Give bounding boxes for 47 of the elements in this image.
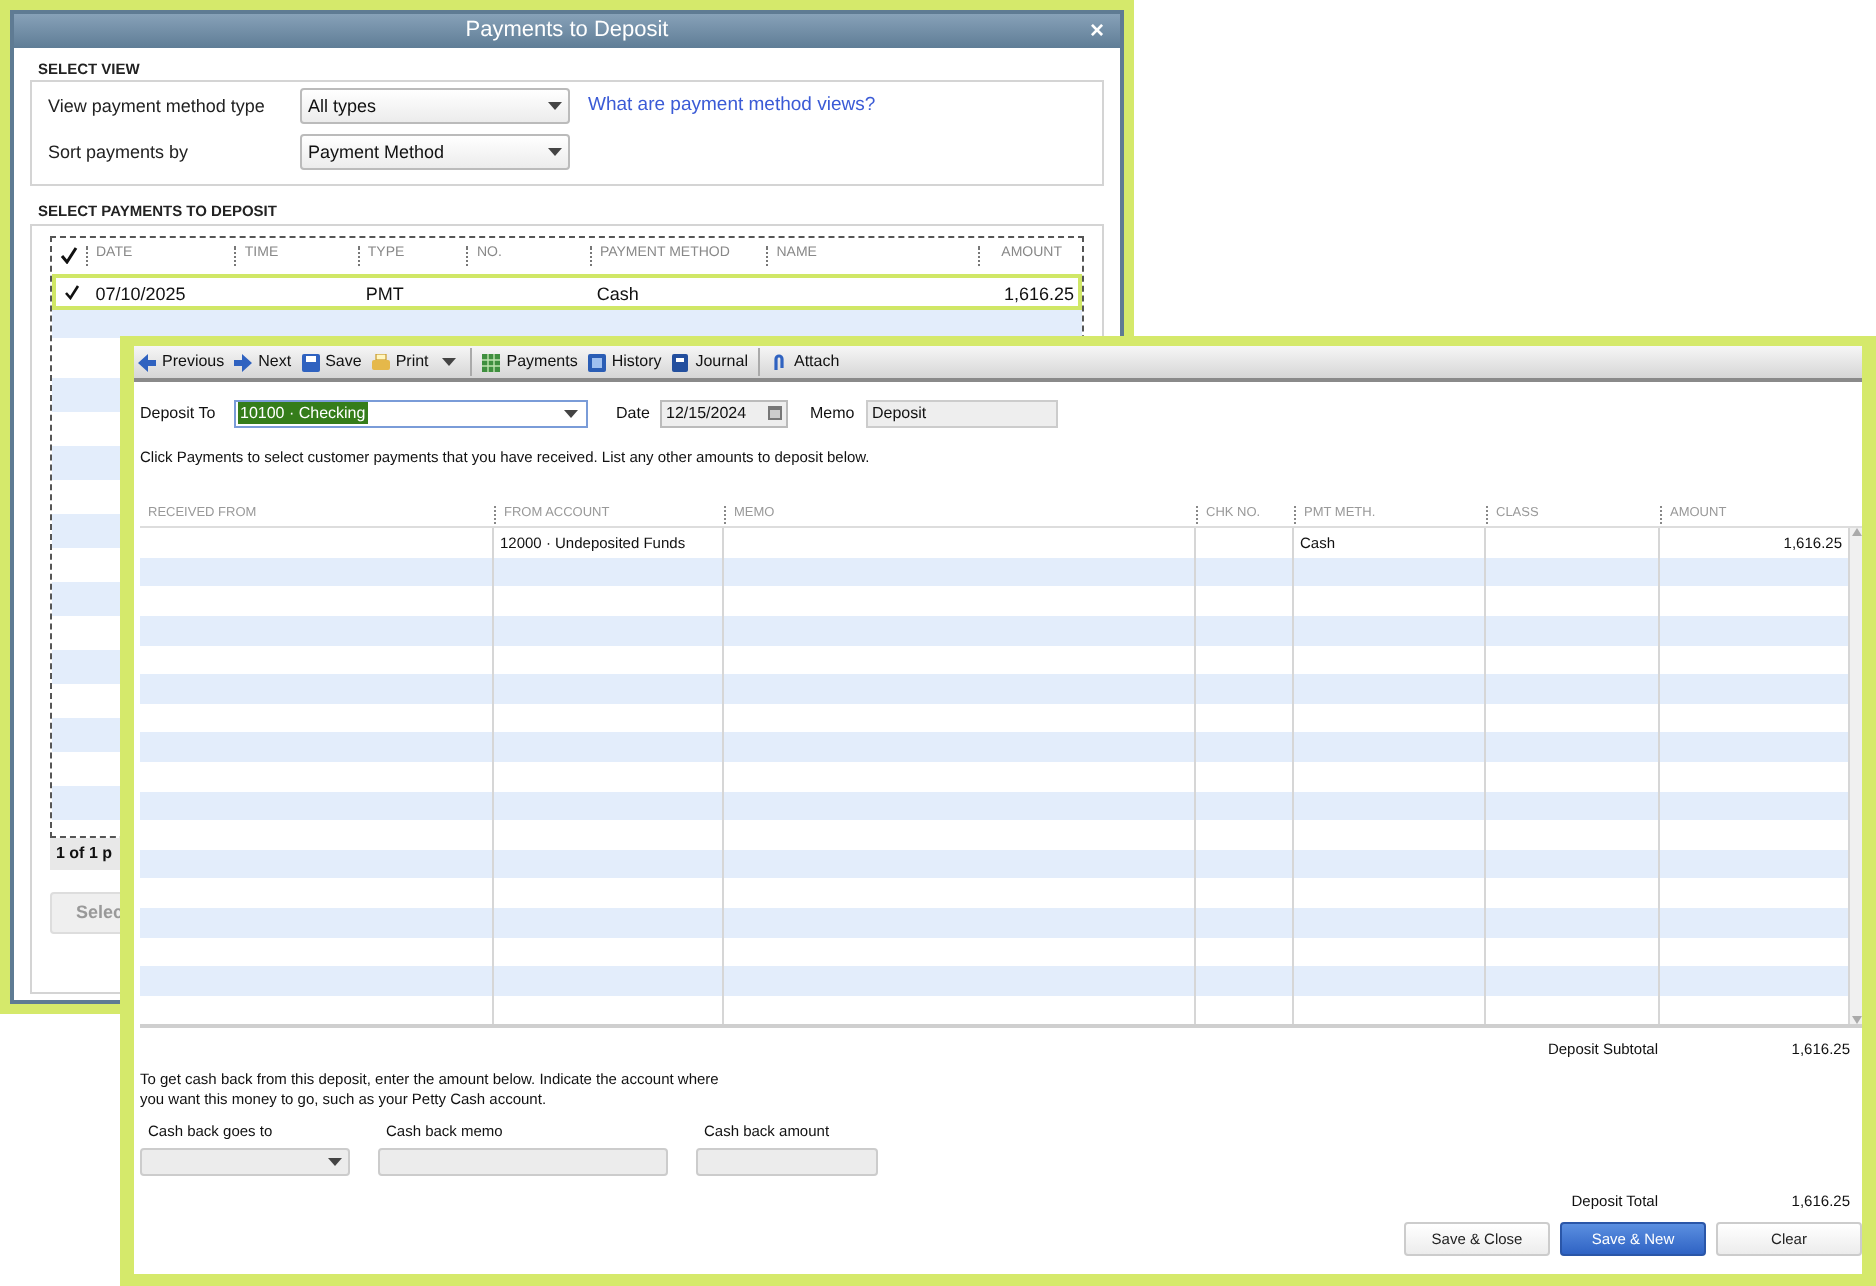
arrow-right-icon (234, 353, 253, 371)
input-field[interactable] (696, 1147, 878, 1176)
dropdown[interactable]: All types (300, 88, 570, 125)
calendar-icon (768, 406, 782, 420)
field-label: Date (616, 401, 652, 425)
scroll-up-icon (1851, 528, 1861, 537)
caret-icon (548, 102, 562, 111)
input-field[interactable] (378, 1147, 668, 1176)
table-cell: 07/10/2025 (95, 283, 186, 303)
toolbar-button[interactable]: Next (234, 348, 292, 376)
table-cell: Cash (596, 283, 639, 303)
field-label: Deposit To (140, 401, 218, 425)
toolbar-button[interactable]: Attach (769, 348, 840, 376)
field-label: View payment method type (48, 93, 267, 120)
selected-text: 10100 · Checking (238, 402, 368, 424)
table-cell: PMT (365, 283, 404, 303)
caret-icon (548, 148, 562, 157)
account-dropdown[interactable]: 10100 · Checking (234, 399, 588, 427)
help-link[interactable]: What are payment method views? (588, 92, 876, 121)
dropdown[interactable]: Payment Method (300, 134, 570, 171)
grid-icon (482, 353, 501, 371)
caret-icon (328, 1157, 342, 1166)
toolbar-button[interactable]: Save (301, 348, 362, 376)
paperclip-icon (769, 353, 788, 371)
document-icon (587, 353, 606, 371)
caret-icon (564, 409, 578, 417)
book-icon (671, 353, 690, 371)
table-row[interactable]: 07/10/2025 PMT Cash 1,616.25 (52, 273, 1082, 309)
pager-text: 1 of 1 p (56, 841, 113, 865)
toolbar-button[interactable]: Previous (138, 348, 225, 376)
scrollbar[interactable] (1850, 528, 1862, 1025)
toolbar-button[interactable]: Journal (671, 348, 748, 376)
check-icon (60, 246, 78, 264)
caret-icon (442, 358, 457, 366)
arrow-left-icon (138, 353, 156, 371)
toolbar-button[interactable]: Print (371, 348, 429, 376)
dropdown[interactable] (140, 1147, 350, 1176)
toolbar-button[interactable]: Payments (482, 348, 578, 376)
printer-icon (371, 353, 390, 371)
scroll-down-icon (1851, 1016, 1861, 1025)
field-label: Sort payments by (48, 139, 191, 166)
window-title: Payments to Deposit (465, 16, 669, 47)
date-field[interactable]: 12/15/2024 (660, 399, 788, 427)
toolbar-button[interactable]: History (587, 348, 662, 376)
field-label: Memo (810, 401, 857, 425)
memo-field[interactable]: Deposit (866, 399, 1058, 427)
table-cell: 1,616.25 (1003, 283, 1074, 303)
